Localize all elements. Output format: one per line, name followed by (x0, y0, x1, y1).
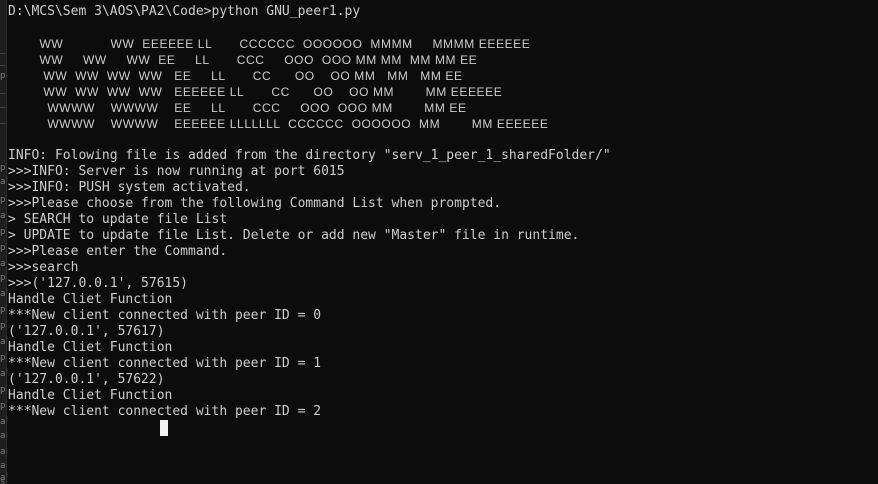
output-line: >>>Please choose from the following Comm… (8, 196, 502, 211)
left-strip-mark: a (0, 260, 6, 268)
terminal-window[interactable]: __p_p_p_ppapappapappapappaaaaase D:\MCS\… (0, 0, 878, 484)
left-strip-mark: se (0, 478, 6, 484)
banner-line: WWWW WWWW EE LL CCC OOO OOO MM MM EE (8, 101, 467, 115)
output-line: ('127.0.0.1', 57622) (8, 372, 165, 387)
output-line: Handle Cliet Function (8, 340, 173, 355)
banner-line: WW WW EEEEEE LL CCCCCC OOOOOO MMMM MMMM … (8, 37, 531, 51)
left-strip-mark: p (0, 228, 6, 236)
welcome-banner: WW WW EEEEEE LL CCCCCC OOOOOO MMMM MMMM … (8, 36, 878, 132)
output-line: > UPDATE to update file List. Delete or … (8, 228, 580, 243)
banner-line: WWWW WWWW EEEEEE LLLLLLL CCCCCC OOOOOO M… (8, 117, 549, 131)
banner-line: WW WW WW EE LL CCC OOO OOO MM MM MM MM E… (8, 53, 478, 67)
left-strip-mark: a (0, 462, 6, 470)
left-strip-mark: a (0, 290, 6, 298)
output-line: ('127.0.0.1', 57617) (8, 324, 165, 339)
left-strip-mark: a (0, 432, 6, 440)
left-strip-mark: a (0, 370, 6, 378)
left-window-strip: __p_p_p_ppapappapappapappaaaaase (0, 0, 7, 484)
left-strip-mark: a (0, 178, 6, 186)
left-strip-mark: p (0, 72, 6, 80)
prompt-line: D:\MCS\Sem 3\AOS\PA2\Code>python GNU_pee… (8, 4, 361, 19)
left-strip-mark: a (0, 338, 6, 346)
output-line: Handle Cliet Function (8, 388, 173, 403)
left-strip-mark: a (0, 448, 6, 456)
left-strip-mark: p (0, 196, 6, 204)
output-line: INFO: Folowing file is added from the di… (8, 148, 611, 163)
terminal-content: D:\MCS\Sem 3\AOS\PA2\Code>python GNU_pee… (8, 4, 878, 420)
left-strip-mark: p (0, 306, 6, 314)
banner-line: WW WW WW WW EE LL CC OO OO MM MM MM EE (8, 69, 463, 83)
left-strip-mark: _p (0, 86, 6, 94)
text-cursor (160, 420, 168, 436)
left-strip-mark: p (0, 274, 6, 282)
output-line: ***New client connected with peer ID = 2 (8, 404, 322, 419)
left-strip-mark: p (0, 164, 6, 172)
output-line: >>>('127.0.0.1', 57615) (8, 276, 189, 291)
output-line: >>>search (8, 260, 79, 275)
output-line: ***New client connected with peer ID = 1 (8, 356, 322, 371)
left-strip-mark: a (0, 212, 6, 220)
output-line: >>>INFO: Server is now running at port 6… (8, 164, 345, 179)
left-strip-mark: p (0, 322, 6, 330)
output-line: Handle Cliet Function (8, 292, 173, 307)
output-line: > SEARCH to update file List (8, 212, 228, 227)
output-line: >>>INFO: PUSH system activated. (8, 180, 251, 195)
left-strip-mark: a (0, 418, 6, 426)
output-line: ***New client connected with peer ID = 0 (8, 308, 322, 323)
left-strip-mark: p (0, 354, 6, 362)
left-strip-mark: p (0, 386, 6, 394)
left-strip-mark: _ (0, 58, 6, 66)
output-line: >>>Please enter the Command. (8, 244, 228, 259)
left-strip-mark: _p (0, 100, 6, 108)
left-strip-mark: p (0, 402, 6, 410)
left-strip-mark: p (0, 244, 6, 252)
left-strip-mark: _p (0, 116, 6, 124)
left-strip-mark: _ (0, 46, 6, 54)
banner-line: WW WW WW WW EEEEEE LL CC OO OO MM MM EEE… (8, 85, 503, 99)
